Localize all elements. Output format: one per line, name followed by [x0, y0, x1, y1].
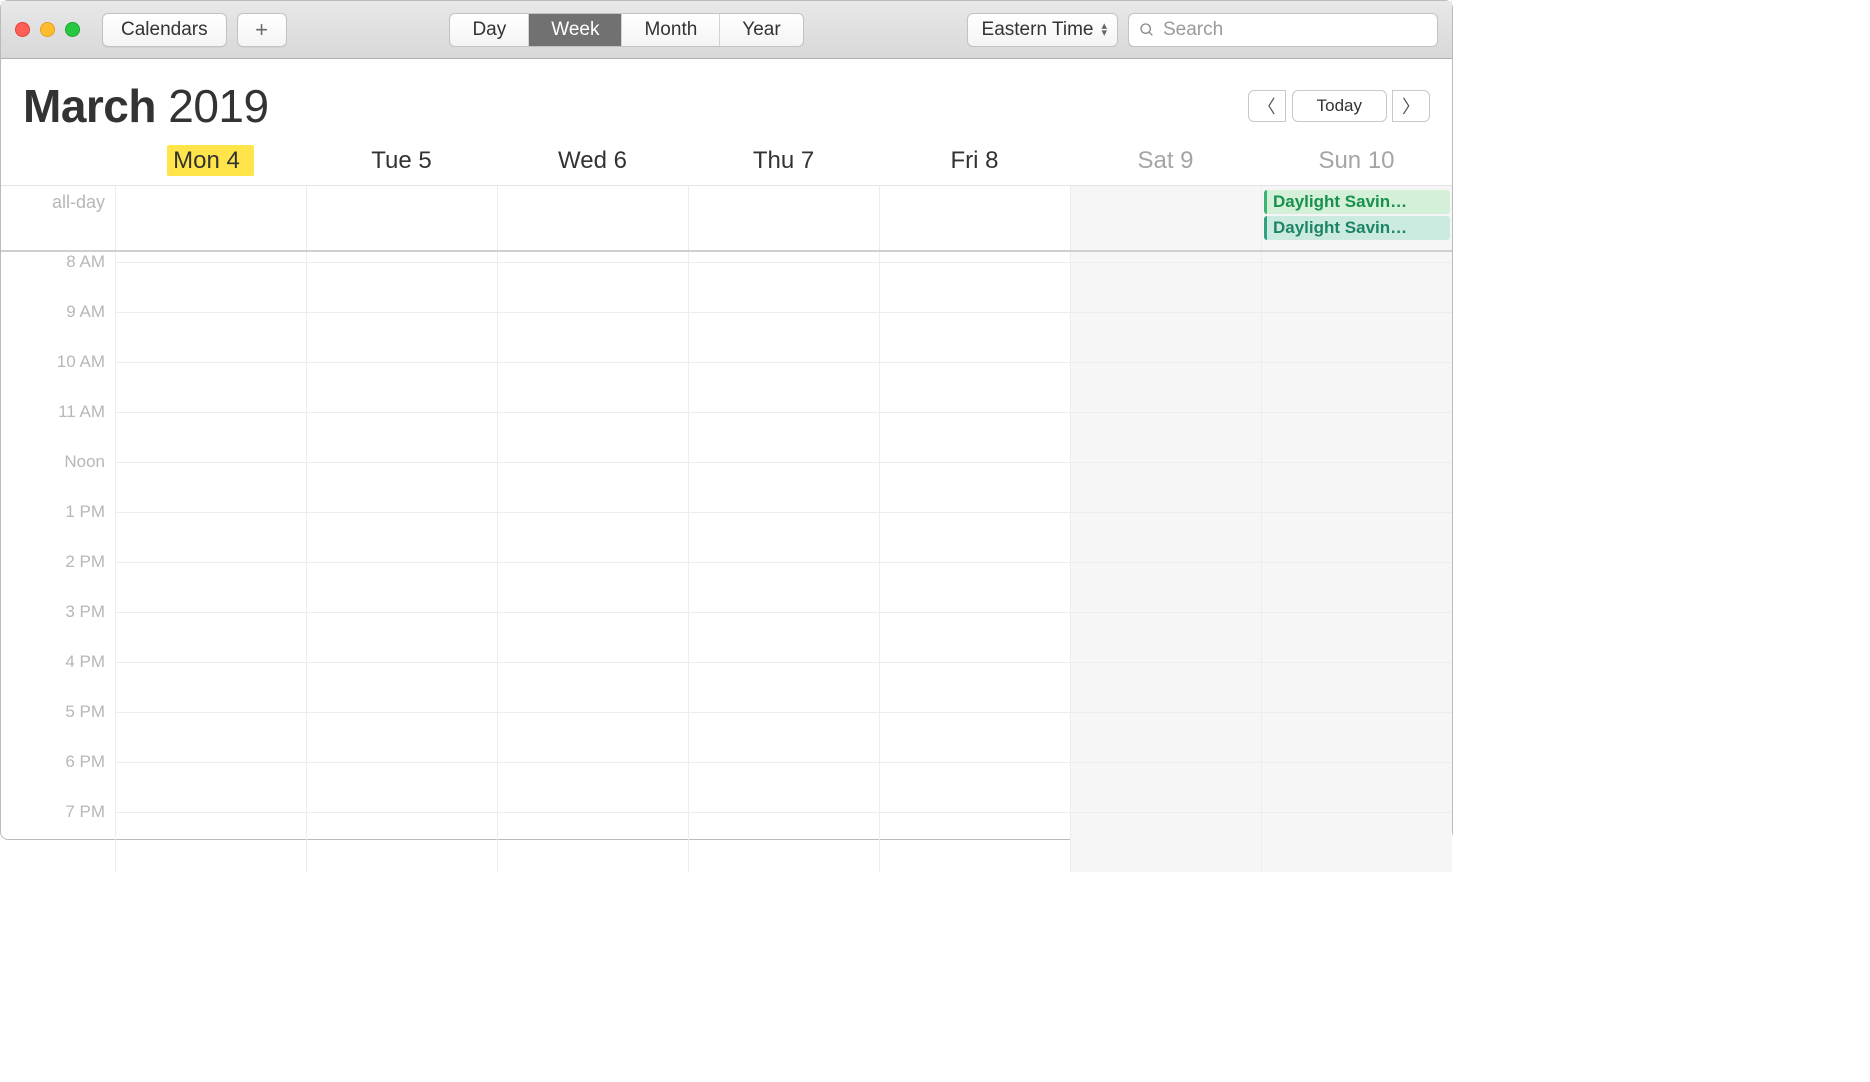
prev-week-button[interactable]: 〈 — [1248, 90, 1286, 122]
all-day-cell-fri[interactable] — [879, 186, 1070, 250]
hour-gridline — [115, 662, 1452, 663]
hour-gridline — [115, 612, 1452, 613]
day-header-thu[interactable]: Thu 7 — [688, 143, 879, 185]
hour-label: 9 AM — [66, 302, 105, 322]
day-header-mon[interactable]: Mon 4 — [115, 143, 306, 185]
hour-label: 10 AM — [57, 352, 105, 372]
all-day-cell-sun[interactable]: Daylight Savin… Daylight Savin… — [1261, 186, 1452, 250]
window-titlebar: Calendars + Day Week Month Year Eastern … — [1, 1, 1452, 59]
timezone-select[interactable]: Eastern Time ▴▾ — [967, 13, 1118, 47]
close-window-button[interactable] — [15, 22, 30, 37]
hour-label: 3 PM — [65, 602, 105, 622]
day-header-wed[interactable]: Wed 6 — [497, 143, 688, 185]
view-year-tab[interactable]: Year — [720, 14, 802, 46]
title-year: 2019 — [168, 80, 268, 132]
today-highlight: Mon 4 — [167, 145, 254, 176]
hour-gridline — [115, 262, 1452, 263]
view-day-tab[interactable]: Day — [450, 14, 529, 46]
hour-gridline — [115, 362, 1452, 363]
day-header-sat[interactable]: Sat 9 — [1070, 143, 1261, 185]
search-field[interactable] — [1128, 13, 1438, 47]
timezone-label: Eastern Time — [982, 19, 1094, 41]
all-day-row: all-day Daylight Savin… Daylight Savin… — [1, 186, 1452, 252]
all-day-cell-thu[interactable] — [688, 186, 879, 250]
day-header-tue[interactable]: Tue 5 — [306, 143, 497, 185]
zoom-window-button[interactable] — [65, 22, 80, 37]
hour-gridline — [115, 712, 1452, 713]
calendars-button[interactable]: Calendars — [102, 13, 227, 47]
hour-label: 6 PM — [65, 752, 105, 772]
day-header-sun[interactable]: Sun 10 — [1261, 143, 1452, 185]
search-input[interactable] — [1163, 19, 1427, 41]
hour-label: Noon — [64, 452, 105, 472]
window-controls — [15, 22, 80, 37]
view-month-tab[interactable]: Month — [622, 14, 720, 46]
week-grid: Mon 4 Tue 5 Wed 6 Thu 7 Fri 8 Sat 9 Sun … — [1, 143, 1452, 872]
day-header-fri[interactable]: Fri 8 — [879, 143, 1070, 185]
calendar-header: March 2019 〈 Today 〉 — [1, 59, 1452, 143]
plus-icon: + — [255, 17, 268, 43]
week-nav: 〈 Today 〉 — [1248, 90, 1430, 122]
search-icon — [1139, 22, 1155, 38]
minimize-window-button[interactable] — [40, 22, 55, 37]
hour-grid: 8 AM 9 AM 10 AM 11 AM Noon 1 PM 2 PM 3 PM 4 PM 5 … — [1, 252, 1452, 872]
hour-gridline — [115, 512, 1452, 513]
updown-stepper-icon: ▴▾ — [1101, 23, 1107, 37]
all-day-cell-tue[interactable] — [306, 186, 497, 250]
hour-gridline — [115, 562, 1452, 563]
all-day-event[interactable]: Daylight Savin… — [1264, 190, 1450, 214]
hour-label: 8 AM — [66, 252, 105, 272]
view-switcher: Day Week Month Year — [449, 13, 803, 47]
chevron-left-icon: 〈 — [1258, 93, 1276, 119]
page-title: March 2019 — [23, 79, 269, 133]
hour-gridline — [115, 812, 1452, 813]
hour-label: 4 PM — [65, 652, 105, 672]
all-day-label: all-day — [1, 186, 115, 250]
day-header-row: Mon 4 Tue 5 Wed 6 Thu 7 Fri 8 Sat 9 Sun … — [1, 143, 1452, 186]
hour-gridline — [115, 462, 1452, 463]
hour-label: 2 PM — [65, 552, 105, 572]
time-gutter: 8 AM 9 AM 10 AM 11 AM Noon 1 PM 2 PM 3 PM 4 PM 5 … — [1, 252, 115, 872]
today-button[interactable]: Today — [1292, 90, 1387, 122]
hour-label: 5 PM — [65, 702, 105, 722]
all-day-cell-wed[interactable] — [497, 186, 688, 250]
all-day-cell-sat[interactable] — [1070, 186, 1261, 250]
hour-gridline — [115, 312, 1452, 313]
title-month: March — [23, 80, 156, 132]
hour-gridline — [115, 762, 1452, 763]
next-week-button[interactable]: 〉 — [1392, 90, 1430, 122]
view-week-tab[interactable]: Week — [529, 14, 622, 46]
hour-gridline — [115, 412, 1452, 413]
hour-label: 7 PM — [65, 802, 105, 822]
hour-label: 11 AM — [58, 402, 105, 422]
all-day-event[interactable]: Daylight Savin… — [1264, 216, 1450, 240]
hour-label: 1 PM — [65, 502, 105, 522]
all-day-cell-mon[interactable] — [115, 186, 306, 250]
chevron-right-icon: 〉 — [1402, 93, 1420, 119]
add-event-button[interactable]: + — [237, 13, 287, 47]
